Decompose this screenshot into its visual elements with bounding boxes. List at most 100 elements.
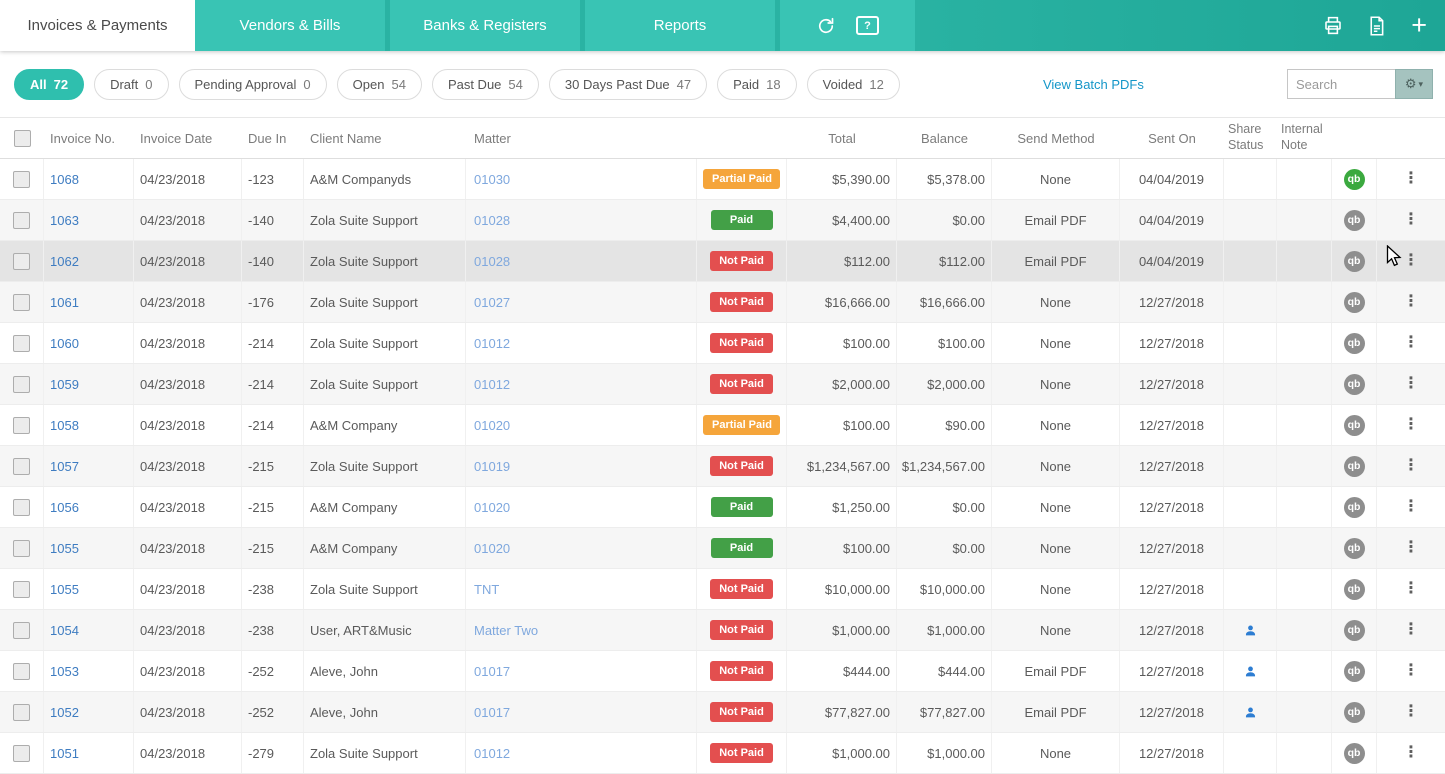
quickbooks-icon[interactable]: qb xyxy=(1343,168,1365,190)
column-header-matter[interactable]: Matter xyxy=(466,118,697,158)
matter-link[interactable]: 01019 xyxy=(474,459,510,474)
filter-chip-voided[interactable]: Voided 12 xyxy=(806,68,900,100)
tab-banks-registers[interactable]: Banks & Registers xyxy=(390,0,580,51)
select-all-checkbox[interactable] xyxy=(13,129,31,147)
column-header-invoice_no[interactable]: Invoice No. xyxy=(44,118,134,158)
invoice-number-link[interactable]: 1055 xyxy=(50,541,79,556)
filter-chip-paid[interactable]: Paid 18 xyxy=(717,68,797,100)
column-header-total[interactable]: Total xyxy=(787,118,897,158)
invoice-number-link[interactable]: 1068 xyxy=(50,172,79,187)
row-actions-menu-icon[interactable]: ⋮ xyxy=(1403,622,1419,638)
invoice-number-link[interactable]: 1054 xyxy=(50,623,79,638)
view-batch-pdfs-link[interactable]: View Batch PDFs xyxy=(1043,77,1144,92)
row-actions-menu-icon[interactable]: ⋮ xyxy=(1403,335,1419,351)
matter-link[interactable]: 01017 xyxy=(474,664,510,679)
row-actions-menu-icon[interactable]: ⋮ xyxy=(1403,663,1419,679)
matter-link[interactable]: 01020 xyxy=(474,500,510,515)
row-checkbox[interactable] xyxy=(13,744,30,762)
column-header-send_method[interactable]: Send Method xyxy=(992,118,1120,158)
column-header-balance[interactable]: Balance xyxy=(897,118,992,158)
matter-link[interactable]: 01028 xyxy=(474,213,510,228)
quickbooks-icon[interactable]: qb xyxy=(1343,209,1365,231)
tab-reports[interactable]: Reports xyxy=(585,0,775,51)
help-icon[interactable]: ? xyxy=(856,16,879,35)
row-checkbox[interactable] xyxy=(13,580,30,598)
matter-link[interactable]: TNT xyxy=(474,582,499,597)
quickbooks-icon[interactable]: qb xyxy=(1343,537,1365,559)
row-checkbox[interactable] xyxy=(13,498,30,516)
search-settings-button[interactable]: ⚙ ▾ xyxy=(1394,69,1433,99)
row-actions-menu-icon[interactable]: ⋮ xyxy=(1403,212,1419,228)
invoice-number-link[interactable]: 1051 xyxy=(50,746,79,761)
matter-link[interactable]: 01028 xyxy=(474,254,510,269)
quickbooks-icon[interactable]: qb xyxy=(1343,291,1365,313)
matter-link[interactable]: 01012 xyxy=(474,377,510,392)
quickbooks-icon[interactable]: qb xyxy=(1343,619,1365,641)
row-actions-menu-icon[interactable]: ⋮ xyxy=(1403,171,1419,187)
row-actions-menu-icon[interactable]: ⋮ xyxy=(1403,540,1419,556)
tab-invoices-payments[interactable]: Invoices & Payments xyxy=(0,0,195,51)
row-actions-menu-icon[interactable]: ⋮ xyxy=(1403,417,1419,433)
column-header-client[interactable]: Client Name xyxy=(304,118,466,158)
matter-link[interactable]: Matter Two xyxy=(474,623,538,638)
row-checkbox[interactable] xyxy=(13,252,30,270)
row-actions-menu-icon[interactable]: ⋮ xyxy=(1403,253,1419,269)
row-checkbox[interactable] xyxy=(13,662,30,680)
invoice-number-link[interactable]: 1061 xyxy=(50,295,79,310)
column-header-sent_on[interactable]: Sent On xyxy=(1120,118,1224,158)
row-checkbox[interactable] xyxy=(13,375,30,393)
row-actions-menu-icon[interactable]: ⋮ xyxy=(1403,745,1419,761)
filter-chip-past-due[interactable]: Past Due 54 xyxy=(431,68,539,100)
row-checkbox[interactable] xyxy=(13,457,30,475)
matter-link[interactable]: 01027 xyxy=(474,295,510,310)
quickbooks-icon[interactable]: qb xyxy=(1343,701,1365,723)
invoice-number-link[interactable]: 1058 xyxy=(50,418,79,433)
invoice-number-link[interactable]: 1063 xyxy=(50,213,79,228)
quickbooks-icon[interactable]: qb xyxy=(1343,414,1365,436)
quickbooks-icon[interactable]: qb xyxy=(1343,742,1365,764)
column-header-due_in[interactable]: Due In xyxy=(242,118,304,158)
matter-link[interactable]: 01030 xyxy=(474,172,510,187)
quickbooks-icon[interactable]: qb xyxy=(1343,660,1365,682)
invoice-number-link[interactable]: 1052 xyxy=(50,705,79,720)
column-header-internal_note[interactable]: Internal Note xyxy=(1277,118,1332,158)
row-checkbox[interactable] xyxy=(13,621,30,639)
matter-link[interactable]: 01012 xyxy=(474,746,510,761)
column-header-share_status[interactable]: Share Status xyxy=(1224,118,1277,158)
filter-chip-pending-approval[interactable]: Pending Approval 0 xyxy=(178,68,327,100)
invoice-number-link[interactable]: 1062 xyxy=(50,254,79,269)
column-header-invoice_date[interactable]: Invoice Date xyxy=(134,118,242,158)
batch-pdf-icon[interactable] xyxy=(1366,15,1387,37)
add-new-icon[interactable]: + xyxy=(1409,12,1429,39)
quickbooks-icon[interactable]: qb xyxy=(1343,250,1365,272)
invoice-number-link[interactable]: 1059 xyxy=(50,377,79,392)
quickbooks-icon[interactable]: qb xyxy=(1343,455,1365,477)
invoice-number-link[interactable]: 1060 xyxy=(50,336,79,351)
row-checkbox[interactable] xyxy=(13,334,30,352)
quickbooks-icon[interactable]: qb xyxy=(1343,332,1365,354)
row-checkbox[interactable] xyxy=(13,539,30,557)
invoice-number-link[interactable]: 1053 xyxy=(50,664,79,679)
quickbooks-icon[interactable]: qb xyxy=(1343,578,1365,600)
filter-chip-30-days-past-due[interactable]: 30 Days Past Due 47 xyxy=(548,68,708,100)
row-checkbox[interactable] xyxy=(13,703,30,721)
invoice-number-link[interactable]: 1056 xyxy=(50,500,79,515)
row-actions-menu-icon[interactable]: ⋮ xyxy=(1403,458,1419,474)
row-checkbox[interactable] xyxy=(13,211,30,229)
row-actions-menu-icon[interactable]: ⋮ xyxy=(1403,499,1419,515)
refresh-icon[interactable] xyxy=(816,16,836,36)
filter-chip-open[interactable]: Open 54 xyxy=(336,68,422,100)
invoice-number-link[interactable]: 1057 xyxy=(50,459,79,474)
row-checkbox[interactable] xyxy=(13,293,30,311)
invoice-number-link[interactable]: 1055 xyxy=(50,582,79,597)
quickbooks-icon[interactable]: qb xyxy=(1343,496,1365,518)
print-icon[interactable] xyxy=(1322,15,1344,36)
matter-link[interactable]: 01012 xyxy=(474,336,510,351)
row-checkbox[interactable] xyxy=(13,416,30,434)
quickbooks-icon[interactable]: qb xyxy=(1343,373,1365,395)
row-actions-menu-icon[interactable]: ⋮ xyxy=(1403,294,1419,310)
search-input[interactable] xyxy=(1286,69,1395,99)
filter-chip-all[interactable]: All 72 xyxy=(14,68,85,100)
row-checkbox[interactable] xyxy=(13,170,30,188)
matter-link[interactable]: 01017 xyxy=(474,705,510,720)
